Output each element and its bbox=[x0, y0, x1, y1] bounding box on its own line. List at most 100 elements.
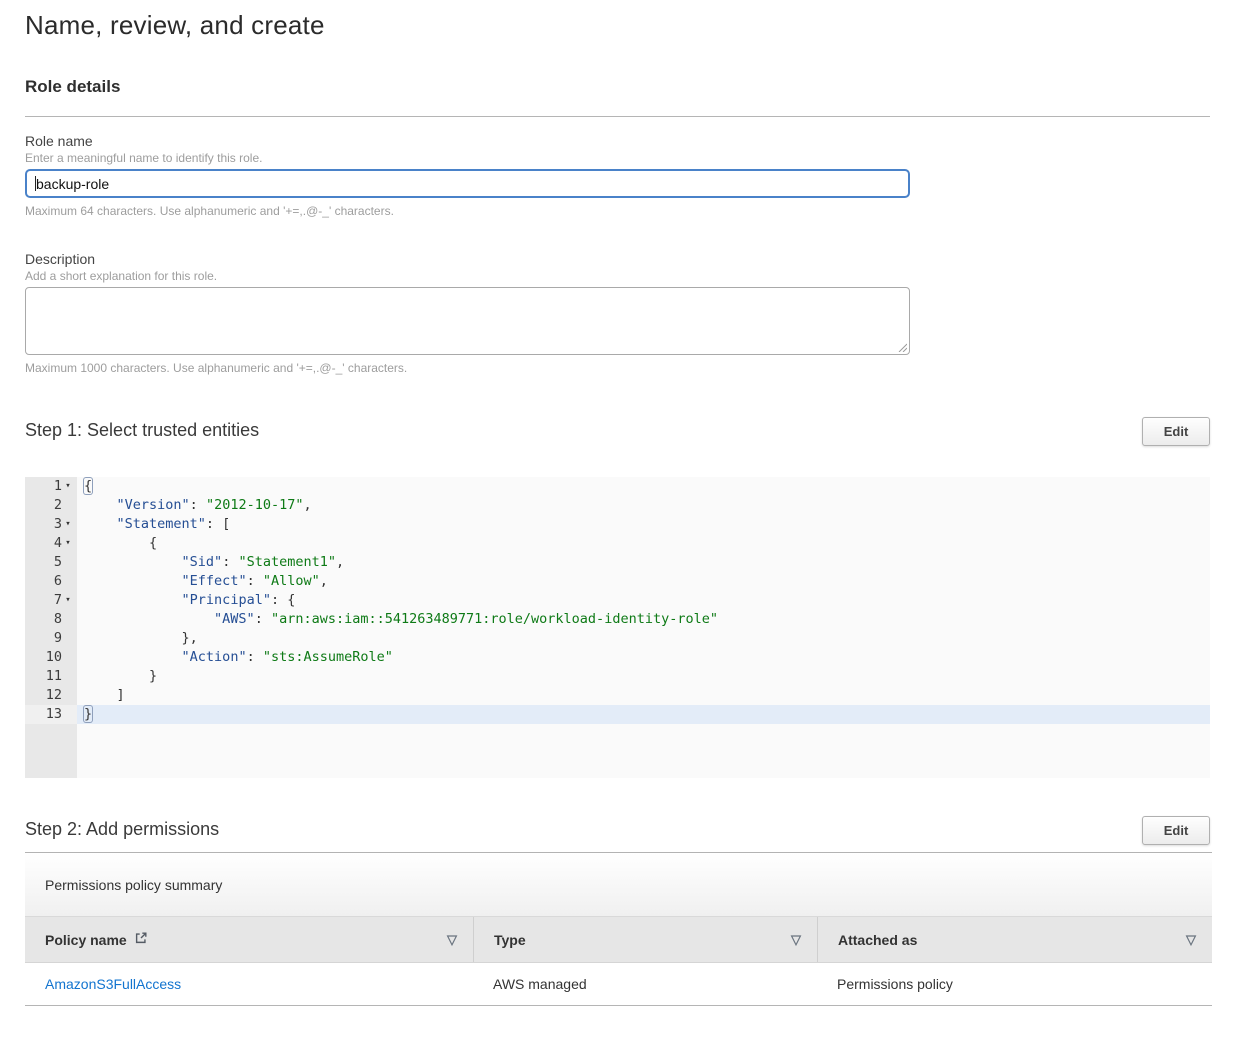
editor-line: 6 "Effect": "Allow", bbox=[25, 572, 1210, 591]
policy-table-body: AmazonS3FullAccessAWS managedPermissions… bbox=[25, 963, 1212, 1006]
line-number: 2 bbox=[54, 496, 62, 515]
code-line: { bbox=[77, 534, 1210, 553]
json-punctuation bbox=[84, 649, 182, 665]
json-punctuation: } bbox=[84, 706, 92, 722]
line-number: 3 bbox=[54, 515, 62, 534]
line-number-gutter: 11 bbox=[25, 667, 77, 686]
json-punctuation: : [ bbox=[206, 516, 230, 532]
json-punctuation: { bbox=[84, 478, 92, 494]
line-number: 8 bbox=[54, 610, 62, 629]
description-help: Add a short explanation for this role. bbox=[25, 269, 1210, 283]
json-key: "AWS" bbox=[214, 611, 255, 627]
json-punctuation: , bbox=[303, 497, 311, 513]
filter-dropdown-icon[interactable]: ▽ bbox=[791, 933, 801, 946]
code-line: { bbox=[77, 477, 1210, 496]
line-number-gutter: 5 bbox=[25, 553, 77, 572]
json-punctuation: ] bbox=[84, 687, 125, 703]
line-number-gutter: 9 bbox=[25, 629, 77, 648]
description-label: Description bbox=[25, 251, 1210, 267]
column-label: Type bbox=[494, 932, 526, 948]
json-string: "arn:aws:iam::541263489771:role/workload… bbox=[271, 611, 718, 627]
editor-line: 2 "Version": "2012-10-17", bbox=[25, 496, 1210, 515]
permissions-summary-heading: Permissions policy summary bbox=[25, 853, 1212, 917]
editor-line: 1▾ { bbox=[25, 477, 1210, 496]
json-punctuation bbox=[84, 573, 182, 589]
code-line: "Sid": "Statement1", bbox=[77, 553, 1210, 572]
editor-line: 10 "Action": "sts:AssumeRole" bbox=[25, 648, 1210, 667]
editor-line: 8 "AWS": "arn:aws:iam::541263489771:role… bbox=[25, 610, 1210, 629]
line-number: 9 bbox=[54, 629, 62, 648]
table-row: AmazonS3FullAccessAWS managedPermissions… bbox=[25, 963, 1212, 1006]
code-line: ] bbox=[77, 686, 1210, 705]
code-line: "AWS": "arn:aws:iam::541263489771:role/w… bbox=[77, 610, 1210, 629]
editor-line: 9 }, bbox=[25, 629, 1210, 648]
line-number-gutter: 6 bbox=[25, 572, 77, 591]
line-number-gutter: 13 bbox=[25, 705, 77, 724]
column-label: Policy name bbox=[45, 932, 127, 948]
code-line: "Statement": [ bbox=[77, 515, 1210, 534]
step1-header-row: Step 1: Select trusted entities Edit bbox=[25, 417, 1210, 446]
line-number-gutter: 8 bbox=[25, 610, 77, 629]
code-fold-icon[interactable]: ▾ bbox=[62, 534, 74, 553]
line-number-gutter: 3▾ bbox=[25, 515, 77, 534]
code-line: "Action": "sts:AssumeRole" bbox=[77, 648, 1210, 667]
line-number-gutter: 1▾ bbox=[25, 477, 77, 496]
line-number: 7 bbox=[54, 591, 62, 610]
step2-edit-button[interactable]: Edit bbox=[1142, 816, 1210, 845]
line-number: 11 bbox=[46, 667, 62, 686]
json-string: "2012-10-17" bbox=[206, 497, 304, 513]
code-line: "Effect": "Allow", bbox=[77, 572, 1210, 591]
editor-line: 11 } bbox=[25, 667, 1210, 686]
description-constraint: Maximum 1000 characters. Use alphanumeri… bbox=[25, 361, 1210, 375]
json-punctuation: : bbox=[190, 497, 206, 513]
json-punctuation: : { bbox=[271, 592, 295, 608]
page: Name, review, and create Role details Ro… bbox=[0, 0, 1242, 1006]
line-number: 1 bbox=[54, 477, 62, 496]
step1-edit-button[interactable]: Edit bbox=[1142, 417, 1210, 446]
editor-empty-area bbox=[25, 724, 1210, 778]
json-string: "Allow" bbox=[263, 573, 320, 589]
line-number-gutter bbox=[25, 724, 77, 778]
json-punctuation bbox=[84, 497, 117, 513]
trust-policy-editor[interactable]: 1▾{2 "Version": "2012-10-17",3▾ "Stateme… bbox=[25, 477, 1210, 778]
line-number-gutter: 12 bbox=[25, 686, 77, 705]
editor-line: 12 ] bbox=[25, 686, 1210, 705]
attached-as-cell: Permissions policy bbox=[817, 963, 1212, 1005]
divider bbox=[25, 116, 1210, 117]
step1-heading: Step 1: Select trusted entities bbox=[25, 417, 259, 441]
json-punctuation: : bbox=[247, 573, 263, 589]
filter-dropdown-icon[interactable]: ▽ bbox=[447, 933, 457, 946]
editor-line: 4▾ { bbox=[25, 534, 1210, 553]
line-number-gutter: 2 bbox=[25, 496, 77, 515]
role-name-help: Enter a meaningful name to identify this… bbox=[25, 151, 1210, 165]
code-fold-icon[interactable]: ▾ bbox=[62, 591, 74, 610]
step2-heading: Step 2: Add permissions bbox=[25, 816, 219, 840]
editor-line: 7▾ "Principal": { bbox=[25, 591, 1210, 610]
editor-line: 13} bbox=[25, 705, 1210, 724]
editor-line: 5 "Sid": "Statement1", bbox=[25, 553, 1210, 572]
role-name-input[interactable] bbox=[25, 169, 910, 198]
code-empty bbox=[77, 724, 1210, 778]
json-punctuation: { bbox=[84, 535, 157, 551]
filter-dropdown-icon[interactable]: ▽ bbox=[1186, 933, 1196, 946]
code-line: } bbox=[77, 667, 1210, 686]
policy-table-header: Policy name▽Type▽Attached as▽ bbox=[25, 917, 1212, 963]
json-punctuation bbox=[84, 592, 182, 608]
page-title: Name, review, and create bbox=[25, 10, 1210, 41]
policy-name-link[interactable]: AmazonS3FullAccess bbox=[45, 976, 181, 992]
code-fold-icon[interactable]: ▾ bbox=[62, 477, 74, 496]
code-line: } bbox=[77, 705, 1210, 724]
line-number-gutter: 7▾ bbox=[25, 591, 77, 610]
json-key: "Action" bbox=[182, 649, 247, 665]
step2-header-row: Step 2: Add permissions Edit bbox=[25, 816, 1210, 845]
line-number: 12 bbox=[46, 686, 62, 705]
json-string: "sts:AssumeRole" bbox=[263, 649, 393, 665]
description-textarea[interactable] bbox=[25, 287, 910, 355]
json-punctuation bbox=[84, 516, 117, 532]
column-header-policy-name: Policy name ▽ bbox=[25, 917, 473, 962]
json-key: "Statement" bbox=[117, 516, 206, 532]
code-fold-icon[interactable]: ▾ bbox=[62, 515, 74, 534]
column-header-attached-as: Attached as▽ bbox=[817, 917, 1212, 962]
description-textarea-wrap bbox=[25, 287, 910, 355]
line-number-gutter: 10 bbox=[25, 648, 77, 667]
